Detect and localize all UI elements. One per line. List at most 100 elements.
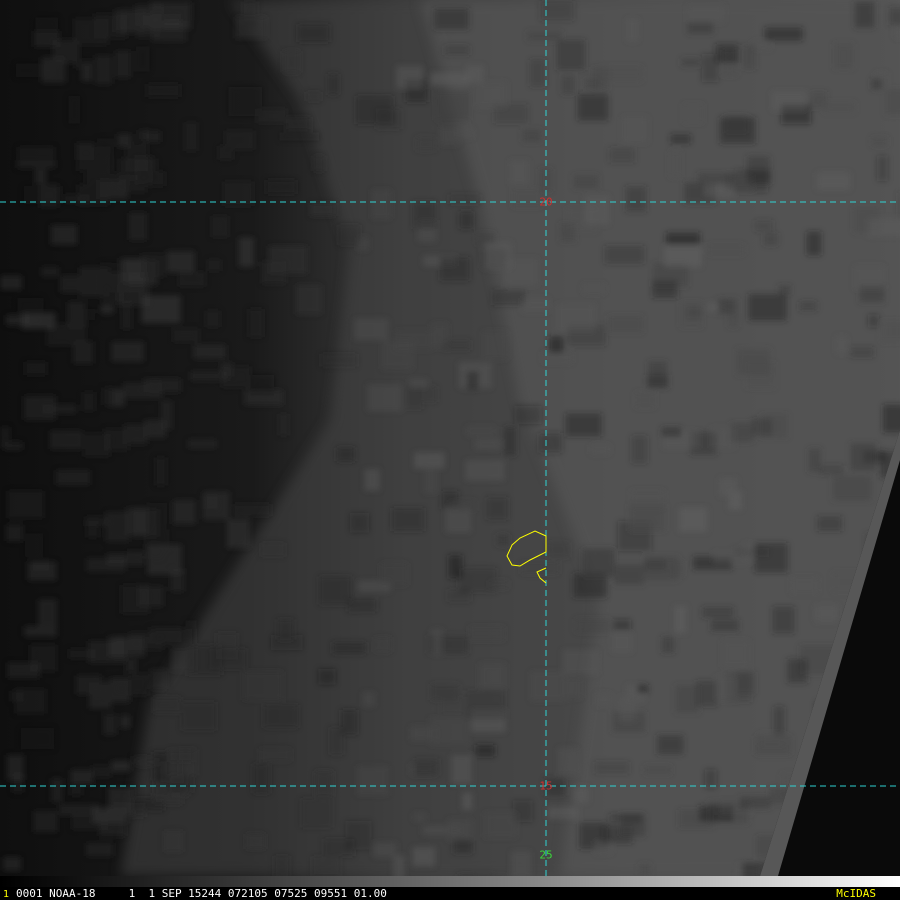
cloud-texture-patch: [23, 395, 56, 420]
cloud-texture-patch: [687, 5, 724, 23]
cloud-texture-patch: [462, 792, 473, 810]
cloud-texture-patch: [413, 813, 426, 822]
cloud-texture-patch: [492, 289, 526, 306]
cloud-texture-patch: [882, 404, 900, 433]
cloud-texture-patch: [697, 173, 736, 185]
cloud-texture-patch: [312, 856, 341, 876]
cloud-texture-patch: [644, 556, 678, 581]
cloud-texture-patch: [364, 469, 380, 491]
cloud-texture-patch: [151, 27, 186, 42]
cloud-texture-patch: [184, 122, 198, 152]
cloud-texture-patch: [448, 555, 463, 579]
cloud-texture-patch: [448, 819, 473, 841]
cloud-texture-patch: [416, 137, 436, 151]
cloud-texture-patch: [137, 129, 150, 141]
cloud-texture-patch: [565, 413, 602, 437]
cloud-texture-patch: [611, 632, 633, 653]
cloud-texture-patch: [25, 533, 43, 557]
cloud-texture-patch: [773, 706, 785, 737]
cloud-texture-patch: [431, 629, 443, 655]
cloud-texture-patch: [556, 304, 595, 332]
cloud-texture-patch: [190, 371, 229, 381]
cloud-texture-patch: [509, 160, 529, 184]
cloud-texture-patch: [885, 89, 900, 115]
cloud-texture-patch: [670, 134, 691, 144]
cloud-texture-patch: [590, 444, 611, 455]
cloud-texture-patch: [103, 714, 117, 735]
cloud-texture-patch: [305, 91, 322, 102]
cloud-texture-patch: [256, 108, 287, 124]
cloud-texture-patch: [186, 645, 223, 676]
status-bar: 1 0001 NOAA-18 1 1 SEP 15244 072105 0752…: [0, 876, 900, 900]
cloud-texture-patch: [320, 353, 358, 367]
cloud-texture-patch: [608, 315, 644, 333]
cloud-texture-patch: [614, 564, 645, 585]
cloud-texture-patch: [850, 443, 876, 471]
cloud-texture-patch: [742, 45, 756, 70]
cloud-texture-patch: [332, 642, 366, 654]
cloud-texture-patch: [371, 189, 392, 219]
cloud-texture-patch: [573, 573, 607, 598]
cloud-texture-patch: [0, 275, 22, 290]
cloud-texture-patch: [188, 439, 217, 449]
cloud-texture-patch: [754, 220, 774, 232]
cloud-texture-patch: [466, 371, 479, 390]
cloud-texture-patch: [877, 155, 888, 182]
cloud-texture-patch: [564, 677, 582, 698]
cloud-texture-patch: [99, 812, 126, 837]
cloud-texture-patch: [637, 684, 649, 693]
cloud-texture-patch: [465, 460, 505, 481]
cloud-texture-patch: [707, 302, 720, 312]
cloud-texture-patch: [629, 503, 666, 532]
cloud-texture-patch: [521, 562, 559, 574]
cloud-texture-patch: [430, 72, 469, 86]
cloud-texture-patch: [787, 658, 808, 683]
cloud-texture-patch: [117, 133, 132, 147]
cloud-texture-patch: [715, 44, 739, 63]
cloud-texture-patch: [594, 761, 630, 774]
cloud-texture-patch: [440, 126, 459, 145]
cloud-texture-patch: [336, 447, 355, 462]
cloud-texture-patch: [350, 513, 370, 533]
cloud-texture-patch: [60, 275, 80, 293]
cloud-texture-patch: [354, 318, 388, 341]
cloud-texture-patch: [854, 1, 875, 28]
cloud-texture-patch: [55, 470, 91, 485]
cloud-texture-patch: [41, 266, 59, 277]
cloud-texture-patch: [806, 231, 822, 256]
cloud-texture-patch: [277, 619, 294, 641]
cloud-texture-patch: [422, 386, 437, 403]
cloud-texture-patch: [871, 136, 888, 147]
cloud-texture-patch: [791, 577, 818, 594]
cloud-texture-patch: [622, 117, 648, 143]
cloud-texture-patch: [202, 491, 230, 520]
cloud-texture-patch: [728, 298, 739, 328]
cloud-texture-patch: [259, 748, 291, 762]
cloud-texture-patch: [3, 857, 21, 871]
cloud-texture-patch: [451, 755, 472, 785]
cloud-texture-patch: [146, 83, 180, 98]
cloud-texture-patch: [695, 680, 718, 707]
cloud-texture-patch: [246, 833, 266, 850]
cloud-texture-patch: [850, 347, 874, 358]
cloud-texture-patch: [504, 426, 516, 456]
cloud-texture-patch: [635, 392, 655, 408]
cloud-texture-patch: [577, 93, 609, 121]
cloud-texture-patch: [414, 758, 440, 776]
cloud-texture-patch: [669, 151, 681, 177]
cloud-texture-patch: [540, 0, 574, 21]
cloud-texture-patch: [582, 548, 615, 577]
cloud-texture-patch: [143, 378, 181, 393]
cloud-texture-patch: [70, 786, 83, 796]
cloud-texture-patch: [625, 186, 647, 212]
cloud-texture-patch: [266, 179, 297, 194]
cloud-texture-patch: [95, 55, 113, 85]
cloud-texture-patch: [310, 203, 336, 217]
cloud-texture-patch: [479, 663, 506, 689]
cloud-texture-patch: [29, 644, 57, 672]
cloud-texture-patch: [431, 684, 460, 701]
cloud-texture-patch: [356, 765, 389, 796]
cloud-texture-patch: [138, 171, 166, 187]
cloud-texture-patch: [737, 349, 771, 375]
cloud-texture-patch: [24, 361, 47, 376]
